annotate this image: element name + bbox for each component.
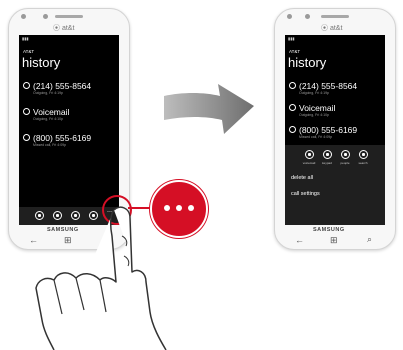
hand-pointer-icon [35, 206, 167, 350]
keypad-button[interactable] [323, 150, 332, 159]
status-bar: ▮▮▮ [22, 36, 29, 41]
call-entry-detail: Outgoing, Fri 4:19p [33, 91, 63, 95]
back-arrow-icon[interactable]: ← [295, 235, 304, 245]
right-screen: ▮▮▮ AT&T history (214) 555-8564 Outgoing… [285, 35, 385, 225]
camera-dot [21, 14, 26, 19]
call-entry-name: (214) 555-8564 [299, 81, 358, 91]
search-label: search [358, 161, 368, 165]
call-entry-name: Voicemail [299, 103, 336, 113]
phone-icon [289, 126, 296, 133]
call-entry-name: (800) 555-6169 [299, 125, 358, 135]
voicemail-button[interactable] [305, 150, 314, 159]
call-entry-name: (214) 555-8564 [33, 81, 92, 91]
people-label: people [340, 161, 350, 165]
call-entry-detail: Outgoing, Fri 4:10p [299, 113, 329, 117]
arrow-right-icon [164, 84, 254, 134]
brand-label: SAMSUNG [313, 227, 345, 233]
call-entry-name: (800) 555-6169 [33, 133, 92, 143]
phone-icon [23, 82, 30, 89]
menu-item-call-settings[interactable]: call settings [291, 191, 320, 197]
voicemail-label: voicemail [302, 161, 316, 165]
people-button[interactable] [341, 150, 350, 159]
earpiece-speaker [321, 15, 349, 18]
app-title: AT&T [289, 49, 301, 54]
status-bar: ▮▮▮ [288, 36, 295, 41]
keypad-label: keypad [322, 161, 332, 165]
earpiece-speaker [55, 15, 83, 18]
right-phone: ⦿ at&t ▮▮▮ AT&T history (214) 555-8564 O… [274, 8, 396, 250]
phone-icon [23, 108, 30, 115]
menu-item-delete-all[interactable]: delete all [291, 175, 313, 181]
pivot-title: history [22, 55, 61, 70]
call-entry-detail: Outgoing, Fri 4:10p [33, 117, 63, 121]
call-entry-detail: Outgoing, Fri 4:19p [299, 91, 329, 95]
phone-icon [289, 82, 296, 89]
search-icon[interactable]: ⌕ [367, 234, 372, 245]
sensor-dot [305, 14, 310, 19]
phone-icon [23, 134, 30, 141]
carrier-logo: ⦿ at&t [53, 25, 75, 32]
expanded-app-bar: voicemail keypad people search delete al… [285, 145, 385, 225]
windows-start-icon[interactable]: ⊞ [330, 235, 338, 246]
sensor-dot [43, 14, 48, 19]
camera-dot [287, 14, 292, 19]
phone-icon [289, 104, 296, 111]
carrier-logo: ⦿ at&t [321, 25, 343, 32]
call-entry-name: Voicemail [33, 107, 70, 117]
call-entry-detail: Missed call, Fri 4:09p [299, 135, 333, 139]
call-entry-detail: Missed call, Fri 4:09p [33, 143, 67, 147]
app-title: AT&T [23, 49, 35, 54]
pivot-title: history [288, 55, 327, 70]
search-button[interactable] [359, 150, 368, 159]
